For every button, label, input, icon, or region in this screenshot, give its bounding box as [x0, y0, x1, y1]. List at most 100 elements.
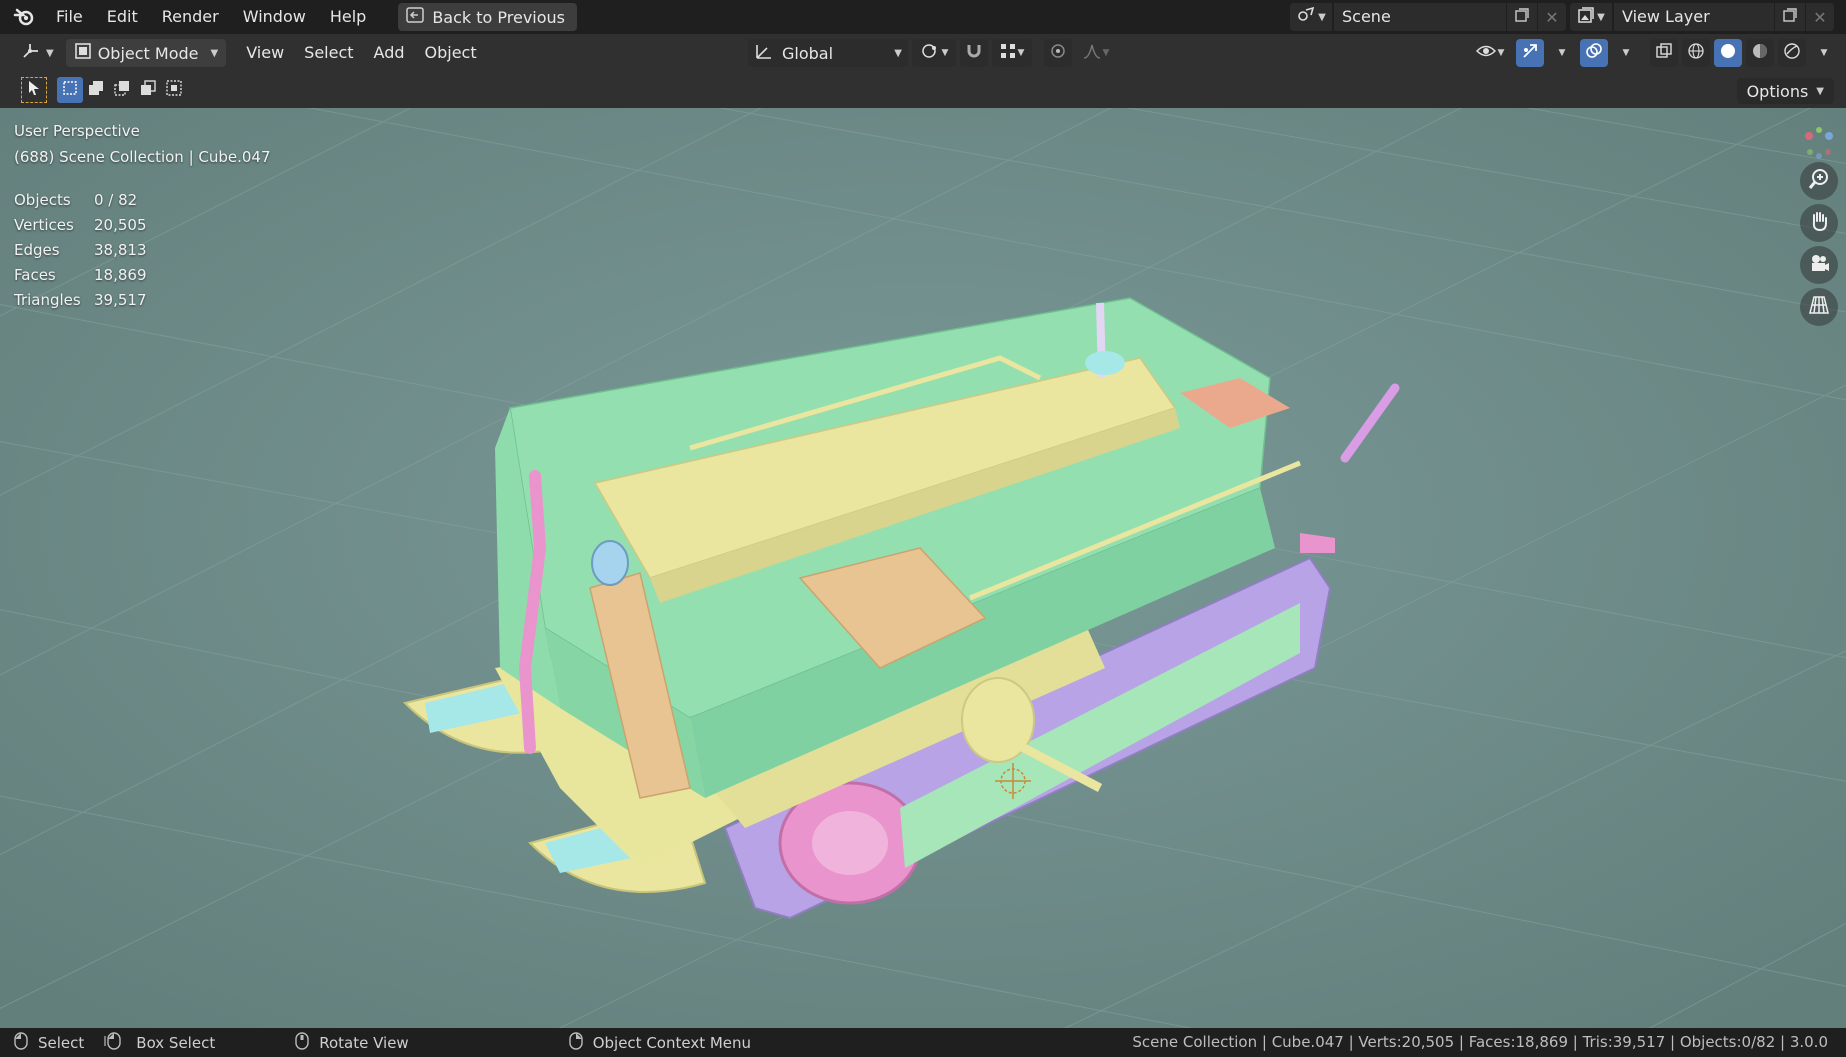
close-icon: ✕: [1545, 7, 1559, 27]
menu-window[interactable]: Window: [231, 4, 318, 30]
perspective-toggle-button[interactable]: [1800, 288, 1838, 326]
mode-new-selection-button[interactable]: [57, 77, 83, 103]
xray-toggle[interactable]: [1650, 39, 1678, 67]
stat-label: Edges: [14, 241, 60, 259]
snap-toggle[interactable]: [960, 39, 988, 67]
chevron-down-icon: ▼: [1102, 48, 1110, 58]
select-set-icon: [62, 80, 78, 100]
falloff-dropdown[interactable]: ▼: [1076, 39, 1116, 67]
orientation-label: Global: [782, 43, 834, 63]
overlays-dropdown[interactable]: ▼: [1612, 39, 1640, 67]
chevron-down-icon: ▼: [1597, 11, 1605, 23]
transform-orientation-dropdown[interactable]: Global ▼: [748, 39, 908, 67]
stat-row-edges: Edges 38,813: [14, 238, 147, 263]
scene-selector: ▼ Scene ✕: [1290, 3, 1566, 31]
delete-scene-button[interactable]: ✕: [1538, 3, 1566, 31]
menu-help[interactable]: Help: [318, 4, 378, 30]
select-tool-button[interactable]: [21, 77, 47, 103]
delete-view-layer-button[interactable]: ✕: [1806, 3, 1834, 31]
pivot-icon: [920, 42, 940, 64]
select-extend-icon: [87, 79, 105, 101]
view-layer-selector: ▼ View Layer ✕: [1570, 3, 1834, 31]
chevron-down-icon: ▼: [894, 47, 902, 59]
shading-solid-button[interactable]: [1714, 39, 1742, 67]
falloff-curve-icon: [1083, 43, 1101, 63]
orientation-global-icon: [754, 41, 774, 65]
pivot-point-dropdown[interactable]: ▼: [912, 39, 956, 67]
axis-navigation-gizmo[interactable]: [1800, 124, 1838, 162]
proportional-editing-toggle[interactable]: [1044, 39, 1072, 67]
new-view-layer-button[interactable]: [1775, 3, 1805, 31]
menu-edit[interactable]: Edit: [95, 4, 150, 30]
menu-render[interactable]: Render: [150, 4, 231, 30]
options-dropdown[interactable]: Options ▼: [1736, 78, 1834, 104]
status-box-select-hint: Box Select: [104, 1031, 216, 1054]
mode-extend-selection-button[interactable]: [83, 77, 109, 103]
tool-settings-header: Options ▼: [0, 72, 1846, 108]
camera-icon: [1808, 252, 1830, 278]
select-difference-icon: [139, 79, 157, 101]
stat-value: 39,517: [94, 291, 147, 309]
pan-view-button[interactable]: [1800, 204, 1838, 242]
status-context-hint: Object Context Menu: [569, 1031, 751, 1054]
stat-label: Triangles: [14, 291, 81, 309]
header-menu-select[interactable]: Select: [294, 39, 363, 67]
stat-value: 38,813: [94, 241, 147, 259]
options-label: Options: [1746, 81, 1809, 101]
status-rotate-hint: Rotate View: [295, 1031, 409, 1054]
cursor-arrow-icon: [27, 80, 41, 100]
view-layer-browse-button[interactable]: ▼: [1570, 3, 1612, 31]
shading-dropdown[interactable]: ▼: [1810, 39, 1838, 67]
solid-sphere-icon: [1719, 42, 1737, 64]
chevron-down-icon: ▼: [1622, 48, 1630, 58]
gizmo-toggle[interactable]: [1516, 39, 1544, 67]
view-layer-name-field[interactable]: View Layer: [1614, 3, 1774, 31]
editor-type-button[interactable]: ▼: [14, 39, 60, 67]
mode-difference-selection-button[interactable]: [135, 77, 161, 103]
grid-perspective-icon: [1808, 294, 1830, 320]
header-menu-add[interactable]: Add: [364, 39, 415, 67]
viewport-perspective-label: User Perspective: [14, 122, 140, 140]
scene-name-field[interactable]: Scene: [1334, 3, 1506, 31]
viewport-scene: [0, 108, 1846, 1028]
stat-value: 20,505: [94, 216, 147, 234]
status-rotate-label: Rotate View: [319, 1033, 409, 1052]
wireframe-sphere-icon: [1687, 42, 1705, 64]
stat-row-triangles: Triangles 39,517: [14, 288, 147, 313]
status-box-select-label: Box Select: [136, 1033, 216, 1052]
mode-subtract-selection-button[interactable]: [109, 77, 135, 103]
shading-wireframe-button[interactable]: [1682, 39, 1710, 67]
header-menu-object[interactable]: Object: [415, 39, 487, 67]
zoom-view-button[interactable]: [1800, 162, 1838, 200]
select-intersect-icon: [165, 79, 183, 101]
3d-viewport[interactable]: User Perspective (688) Scene Collection …: [0, 108, 1846, 1028]
scene-browse-button[interactable]: ▼: [1290, 3, 1332, 31]
mode-selector[interactable]: Object Mode ▼: [65, 39, 227, 67]
snap-increment-icon: [1000, 43, 1016, 63]
shading-material-button[interactable]: [1746, 39, 1774, 67]
mode-label: Object Mode: [97, 43, 199, 63]
status-select-label: Select: [38, 1033, 85, 1052]
new-scene-button[interactable]: [1507, 3, 1537, 31]
overlays-toggle[interactable]: [1580, 39, 1608, 67]
object-mode-icon: [74, 42, 92, 64]
stat-value: 18,869: [94, 266, 147, 284]
camera-view-button[interactable]: [1800, 246, 1838, 284]
header-menu-view[interactable]: View: [236, 39, 294, 67]
blender-logo-icon[interactable]: [10, 3, 38, 31]
chevron-down-icon: ▼: [210, 47, 219, 59]
gizmo-dropdown[interactable]: ▼: [1548, 39, 1576, 67]
visibility-dropdown[interactable]: ▼: [1468, 39, 1512, 67]
snap-target-dropdown[interactable]: ▼: [992, 39, 1032, 67]
mode-intersect-selection-button[interactable]: [161, 77, 187, 103]
shading-rendered-button[interactable]: [1778, 39, 1806, 67]
select-subtract-icon: [113, 79, 131, 101]
viewport-collection-label: (688) Scene Collection | Cube.047: [14, 148, 271, 166]
stat-value: 0 / 82: [94, 191, 138, 209]
stat-row-vertices: Vertices 20,505: [14, 213, 147, 238]
menu-file[interactable]: File: [44, 4, 95, 30]
gizmo-icon: [1521, 42, 1539, 64]
back-to-previous-button[interactable]: Back to Previous: [398, 3, 578, 31]
magnet-icon: [965, 42, 983, 64]
chevron-down-icon: ▼: [46, 47, 54, 59]
